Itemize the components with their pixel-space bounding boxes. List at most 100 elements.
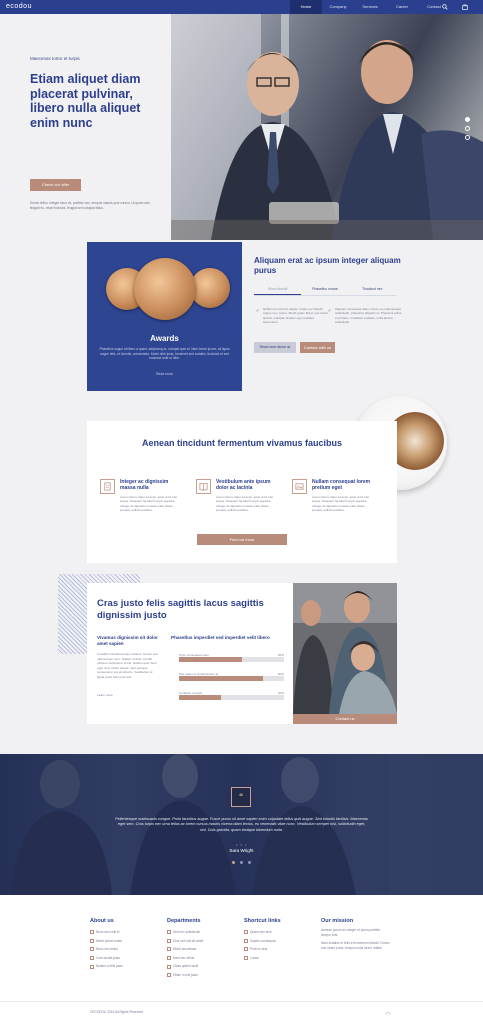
footer-link[interactable]: Quam nec sem [244, 928, 314, 937]
feature-title-2: Vestibulum ante ipsum dolor ac lacinia [216, 479, 271, 491]
footer-link-label[interactable]: Nunc nec tellus [96, 945, 118, 954]
footer-link[interactable]: Lorem [244, 954, 314, 963]
footer-link-label[interactable]: Quam nec sem [250, 928, 272, 937]
footer-departments-title: Departments [167, 918, 201, 924]
footer-link[interactable]: Class aptent taciti [167, 962, 237, 971]
testimonial-author: Sara Wright [229, 848, 254, 853]
link-bullet-icon [90, 964, 94, 969]
site-logo[interactable]: ecodou [6, 3, 32, 10]
link-bullet-icon [167, 956, 171, 961]
link-bullet-icon [90, 947, 94, 952]
footer-link[interactable]: Nunc sed velit id [90, 928, 160, 937]
footer-link-label[interactable]: Nullam a felis justo [96, 962, 123, 971]
testimonial-dot-1[interactable] [232, 861, 235, 864]
nav-item-home[interactable]: Home [290, 0, 322, 14]
skill-bar-percent: 60% [277, 653, 284, 657]
footer-link[interactable]: Proin in erat [244, 945, 314, 954]
footer-link-label[interactable]: Duis sed nisl sit amet [173, 937, 203, 946]
footer-divider [0, 1001, 483, 1002]
skills-right-heading: Phasellus imperdiet sed imperdiet velit … [171, 635, 270, 640]
tab-phasellus-ornare[interactable]: Phasellus ornare [301, 287, 348, 295]
link-bullet-icon [167, 938, 171, 943]
progress-fill [179, 676, 263, 681]
footer-link-label[interactable]: Proin in erat [250, 945, 267, 954]
copyright-text: ©ECODOU 2019 All Rights Reserved [90, 1010, 144, 1014]
page: ecodou Home Company Services Career Cont… [0, 0, 483, 1024]
read-more-about-button[interactable]: Read more about us [254, 342, 296, 353]
slider-dot-2[interactable] [465, 126, 470, 131]
footer-link-label[interactable]: Morbi ipsum lorem [96, 937, 122, 946]
book-icon [196, 479, 211, 494]
footer-link[interactable]: Sapien consequat [244, 937, 314, 946]
tab-tincidunt-nec[interactable]: Tincidunt nec [349, 287, 396, 295]
skill-bar-percent: 40% [277, 691, 284, 695]
tab-etiam-blandit[interactable]: Etiam blandit [254, 287, 302, 295]
hero-eyebrow: Maecenas tortor et turpis [30, 56, 80, 61]
link-bullet-icon [167, 973, 171, 978]
progress-fill [179, 657, 242, 662]
cart-icon[interactable] [462, 4, 468, 10]
link-bullet-icon [167, 964, 171, 969]
scroll-top-icon[interactable]: ︿ [385, 1007, 391, 1016]
nav-item-company[interactable]: Company [322, 0, 354, 14]
feature-text-1: Lorem ipsum dolor sit amet, justo ut fis… [120, 495, 177, 513]
link-bullet-icon [90, 930, 94, 935]
about-text-col2: Aliquam consequat diam, lorem eu pellent… [335, 307, 402, 325]
slider-dot-1[interactable] [465, 117, 470, 122]
about-text-col1: Nullam fermentum sapien turpis nec bland… [263, 307, 329, 325]
contact-with-us-button[interactable]: Contact with us [300, 342, 335, 353]
link-bullet-icon [90, 938, 94, 943]
quote-divider: • • • [236, 842, 248, 847]
link-bullet-icon [244, 956, 248, 961]
link-bullet-icon [244, 947, 248, 952]
testimonial-dot-3[interactable] [248, 861, 251, 864]
footer-mission-title: Our mission [321, 918, 354, 924]
contact-us-button[interactable]: Contact us [293, 714, 397, 724]
footer-link[interactable]: Morbi ipsum lorem [90, 937, 160, 946]
awards-read-more-link[interactable]: Read more [87, 372, 242, 376]
skill-bar-percent: 80% [277, 672, 284, 676]
skills-left-text: Curabitur blandit tempus ultrices. Donec… [97, 652, 158, 679]
footer-link-label[interactable]: Etiam in nisl justo [173, 971, 198, 980]
footer-link[interactable]: Nam nec tellus [167, 954, 237, 963]
footer-about-column: About us Nunc sed velit id Morbi ipsum l… [90, 918, 160, 971]
link-bullet-icon [167, 947, 171, 952]
learn-more-link[interactable]: Learn more [97, 693, 159, 698]
hero-heading: Etiam aliquet diam placerat pulvinar, li… [30, 72, 141, 130]
check-offer-button[interactable]: Check our offer [30, 179, 81, 191]
nav-item-services[interactable]: Services [354, 0, 386, 14]
client-logo: ❝ [231, 787, 251, 807]
footer-link-label[interactable]: Class aptent taciti [173, 962, 198, 971]
footer-link-label[interactable]: Morbi accumsan [173, 945, 196, 954]
nav-item-career[interactable]: Career [386, 0, 418, 14]
search-icon[interactable] [442, 4, 448, 10]
check-icon: ✔ [328, 308, 332, 313]
footer-link-label[interactable]: Sapien consequat [250, 937, 276, 946]
footer-link[interactable]: Sed nec sollicitudin [167, 928, 237, 937]
footer-link[interactable]: Duis sed nisl sit amet [167, 937, 237, 946]
team-photo [293, 583, 397, 714]
about-heading: Aliquam erat ac ipsum integer aliquam pu… [254, 256, 401, 275]
slider-dot-3[interactable] [465, 135, 470, 140]
progress-fill [179, 695, 221, 700]
footer-link[interactable]: Nunc nec tellus [90, 945, 160, 954]
skill-bar-label: Sed quam ut condimentum at [179, 672, 219, 676]
footer-shortcuts-title: Shortcut links [244, 918, 281, 924]
footer-link[interactable]: Cras iaculis justo [90, 954, 160, 963]
footer-link-label[interactable]: Sed nec sollicitudin [173, 928, 200, 937]
footer-link[interactable]: Etiam in nisl justo [167, 971, 237, 980]
find-out-more-button[interactable]: Find out more [197, 534, 287, 545]
footer-departments-column: Departments Sed nec sollicitudin Duis se… [167, 918, 237, 980]
footer-link-label[interactable]: Cras iaculis justo [96, 954, 120, 963]
footer-link-label[interactable]: Nam nec tellus [173, 954, 194, 963]
footer-link-label[interactable]: Nunc sed velit id [96, 928, 119, 937]
footer-link-label[interactable]: Lorem [250, 954, 259, 963]
coin-image [190, 268, 230, 308]
footer-mission-text-1: Aenean ipsum ac integer et purus porttit… [321, 928, 381, 937]
footer-shortcuts-column: Shortcut links Quam nec sem Sapien conse… [244, 918, 314, 962]
footer-link[interactable]: Nullam a felis justo [90, 962, 160, 971]
hero-image [171, 14, 483, 240]
testimonial-quote: Pellentesque malesuada congue. Proin fau… [115, 817, 368, 832]
footer-link[interactable]: Morbi accumsan [167, 945, 237, 954]
testimonial-dot-2[interactable] [240, 861, 243, 864]
